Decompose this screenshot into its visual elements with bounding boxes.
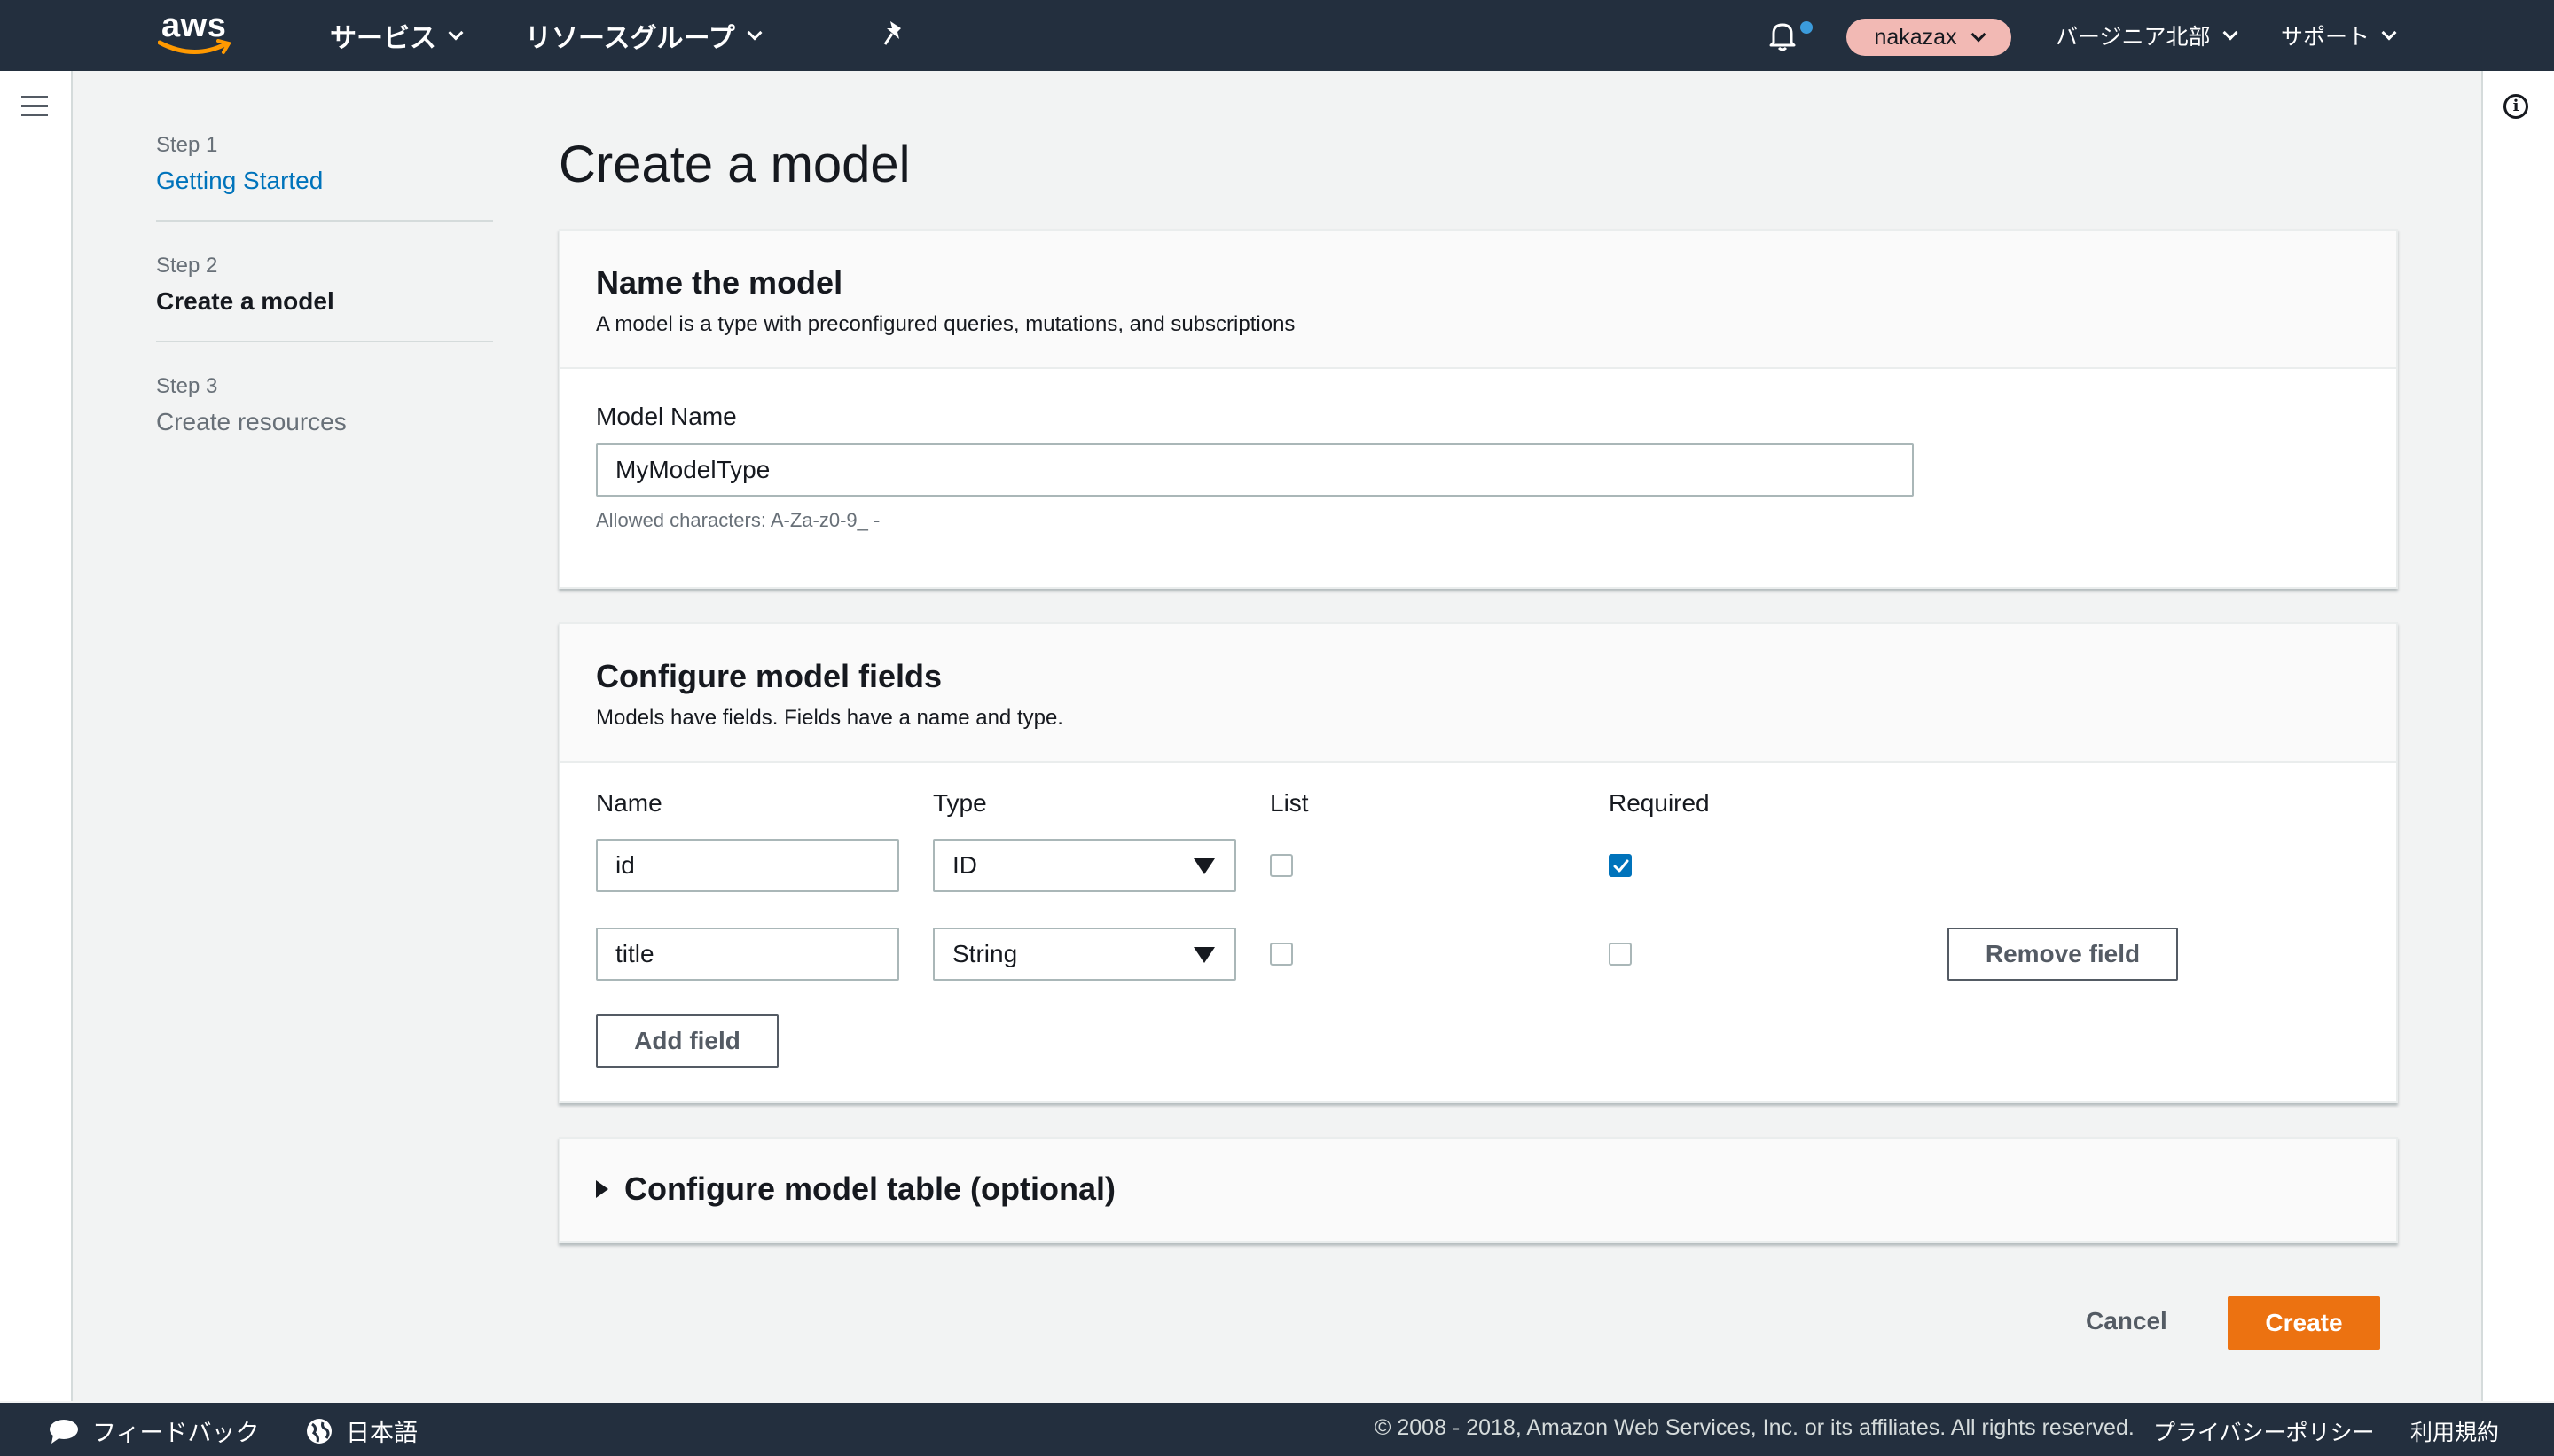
expand-toggle[interactable]: Configure model table (optional)	[596, 1170, 1116, 1208]
panel-title: Configure model table (optional)	[624, 1170, 1116, 1207]
panel-header: Configure model fields Models have field…	[560, 624, 2396, 763]
left-rail	[0, 71, 73, 1401]
feedback-link[interactable]: フィードバック	[48, 1413, 259, 1448]
chevron-down-icon	[2222, 25, 2238, 41]
panel-description: Models have fields. Fields have a name a…	[596, 706, 1063, 730]
panel-title: Name the model	[596, 264, 843, 301]
create-button[interactable]: Create	[2228, 1296, 2380, 1350]
wizard-step-2: Step 2 Create a model	[156, 254, 493, 342]
panel-description: A model is a type with preconfigured que…	[596, 312, 1296, 336]
panel-title: Configure model fields	[596, 658, 943, 694]
add-field-button[interactable]: Add field	[596, 1014, 779, 1068]
required-checkbox[interactable]	[1609, 943, 1632, 966]
account-menu[interactable]: nakazax	[1846, 19, 2011, 56]
cancel-button[interactable]: Cancel	[2086, 1307, 2167, 1335]
fields-grid: Name Type List Required ID String Remove…	[560, 763, 2396, 1100]
info-icon[interactable]: i	[2503, 94, 2528, 119]
services-menu[interactable]: サービス	[330, 16, 464, 55]
list-checkbox[interactable]	[1270, 943, 1293, 966]
page-title: Create a model	[559, 136, 911, 193]
support-menu[interactable]: サポート	[2281, 20, 2397, 51]
remove-field-button[interactable]: Remove field	[1947, 928, 2178, 981]
right-rail	[2481, 71, 2554, 1401]
footer: フィードバック 日本語 © 2008 - 2018, Amazon Web Se…	[0, 1403, 2554, 1456]
field-type-select[interactable]: String	[933, 928, 1236, 981]
column-header-required: Required	[1609, 789, 1710, 817]
aws-smile-icon	[158, 39, 232, 54]
step-link-getting-started[interactable]: Getting Started	[156, 167, 493, 195]
column-header-list: List	[1270, 789, 1309, 817]
column-header-type: Type	[933, 789, 987, 817]
list-checkbox[interactable]	[1270, 854, 1293, 877]
wizard-step-1: Step 1 Getting Started	[156, 133, 493, 222]
chevron-down-icon	[1970, 27, 1986, 43]
caret-right-icon	[596, 1180, 608, 1198]
menu-icon[interactable]	[21, 96, 48, 119]
privacy-policy-link[interactable]: プライバシーポリシー	[2153, 1415, 2375, 1447]
wizard-step-3: Step 3 Create resources	[156, 374, 493, 461]
panel-header: Name the model A model is a type with pr…	[560, 231, 2396, 369]
chevron-down-icon	[2381, 25, 2397, 41]
resource-groups-menu[interactable]: リソースグループ	[525, 16, 763, 55]
field-name-input[interactable]	[596, 839, 899, 892]
step-number: Step 1	[156, 133, 218, 157]
step-title-create-resources: Create resources	[156, 408, 347, 435]
model-name-hint: Allowed characters: A-Za-z0-9_ -	[596, 509, 881, 531]
required-checkbox[interactable]	[1609, 854, 1632, 877]
step-number: Step 3	[156, 374, 218, 398]
speech-bubble-icon	[50, 1419, 78, 1444]
wizard-steps: Step 1 Getting Started Step 2 Create a m…	[156, 133, 493, 493]
chevron-down-icon	[747, 25, 763, 41]
language-selector[interactable]: 日本語	[305, 1413, 418, 1448]
globe-icon	[307, 1418, 332, 1444]
model-name-label: Model Name	[596, 403, 737, 430]
copyright-text: © 2008 - 2018, Amazon Web Services, Inc.…	[1375, 1415, 2135, 1440]
panel-body: Model Name Allowed characters: A-Za-z0-9…	[560, 369, 2396, 569]
step-title-create-model: Create a model	[156, 287, 334, 315]
notification-bell-icon[interactable]	[1765, 18, 1800, 53]
field-name-input[interactable]	[596, 928, 899, 981]
aws-logo[interactable]: aws	[158, 7, 238, 60]
model-name-input[interactable]	[596, 443, 1914, 497]
notification-badge	[1800, 21, 1813, 34]
checkmark-icon	[1613, 859, 1629, 873]
name-model-panel: Name the model A model is a type with pr…	[559, 229, 2398, 589]
configure-fields-panel: Configure model fields Models have field…	[559, 622, 2398, 1103]
chevron-down-icon	[448, 25, 464, 41]
field-type-select[interactable]: ID	[933, 839, 1236, 892]
dropdown-arrow-icon	[1194, 858, 1215, 874]
pin-icon[interactable]	[881, 20, 908, 50]
column-header-name: Name	[596, 789, 662, 817]
dropdown-arrow-icon	[1194, 947, 1215, 963]
configure-table-panel[interactable]: Configure model table (optional)	[559, 1137, 2398, 1243]
top-navigation: aws サービス リソースグループ nakazax バージニア北部 サポート	[0, 0, 2554, 71]
step-number: Step 2	[156, 254, 218, 278]
terms-link[interactable]: 利用規約	[2410, 1415, 2499, 1447]
region-menu[interactable]: バージニア北部	[2056, 20, 2238, 51]
